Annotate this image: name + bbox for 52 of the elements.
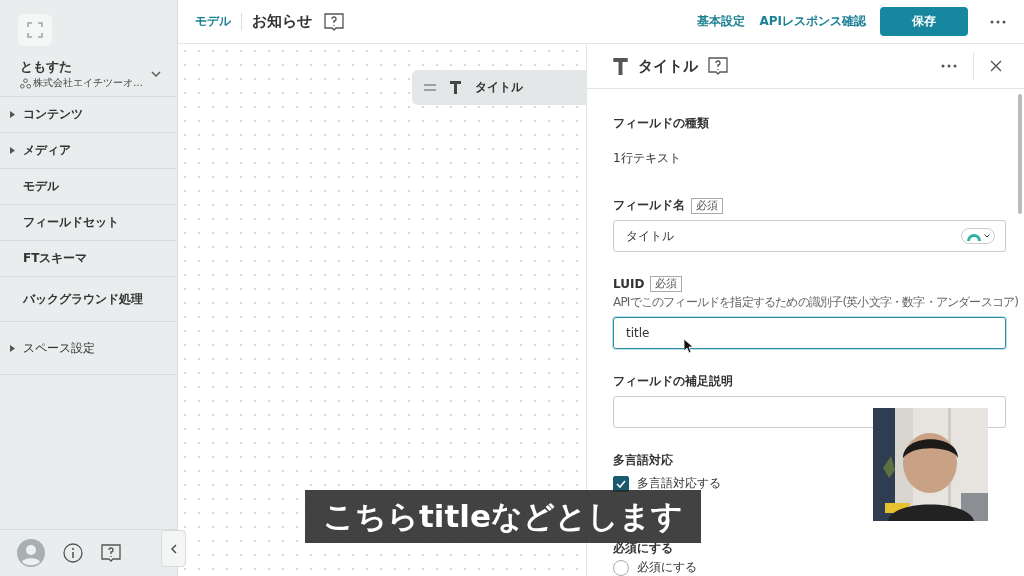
help-book-icon[interactable]	[101, 544, 121, 562]
help-book-icon[interactable]	[324, 12, 344, 31]
required-tag: 必須	[650, 276, 683, 292]
panel-title: タイトル	[638, 56, 698, 76]
sidebar-item[interactable]: スペース設定	[0, 322, 177, 375]
page-title: お知らせ	[252, 12, 312, 31]
mouse-cursor-icon	[684, 339, 694, 354]
section-label: フィールドの補足説明	[613, 373, 733, 390]
radio-option[interactable]: 必須にする	[613, 559, 1006, 576]
section-label: 多言語対応	[613, 452, 673, 469]
check-icon	[616, 479, 626, 488]
more-icon[interactable]	[941, 64, 957, 68]
sidebar-item[interactable]: メディア	[0, 133, 177, 169]
expand-triangle-icon[interactable]	[10, 147, 15, 154]
sidebar-item[interactable]: コンテンツ	[0, 97, 177, 133]
user-name: ともすた	[20, 58, 73, 76]
sidebar-item[interactable]: FTスキーマ	[0, 241, 177, 277]
section-label: フィールドの種類	[613, 115, 709, 132]
header-link[interactable]: 基本設定	[697, 13, 746, 30]
arch-icon	[966, 231, 982, 241]
chevron-down-icon[interactable]	[151, 71, 161, 77]
sidebar-item[interactable]: モデル	[0, 169, 177, 205]
chevron-left-icon	[170, 543, 177, 554]
section-label: LUID	[613, 277, 645, 291]
breadcrumb-link[interactable]: モデル	[195, 13, 231, 30]
sidebar-item[interactable]: フィールドセット	[0, 205, 177, 241]
more-icon[interactable]	[990, 19, 1006, 24]
organization-icon	[20, 77, 31, 89]
drag-handle-icon[interactable]	[424, 84, 436, 91]
hint-text: APIでこのフィールドを指定するための識別子(英小文字・数字・アンダースコア)	[613, 294, 1020, 311]
text-type-icon	[613, 57, 628, 75]
subtitle-caption: こちらtitleなどとします	[305, 490, 701, 543]
field-type-value: 1行テキスト	[613, 150, 682, 167]
organization-name: 株式会社エイチツーオ…	[20, 76, 151, 90]
logo-icon	[18, 14, 52, 46]
expand-triangle-icon[interactable]	[10, 344, 15, 352]
text-field[interactable]: タイトル	[613, 220, 1006, 252]
section-label: 必須にする	[613, 540, 673, 557]
text-field[interactable]: title	[613, 317, 1006, 349]
caret-icon	[984, 234, 990, 238]
header-link[interactable]: APIレスポンス確認	[759, 13, 866, 30]
text-type-icon	[450, 81, 461, 94]
save-button[interactable]: 保存	[880, 7, 968, 36]
required-tag: 必須	[691, 197, 723, 214]
sidebar-item[interactable]: バックグラウンド処理	[0, 277, 177, 322]
info-icon[interactable]	[63, 543, 83, 563]
expand-triangle-icon[interactable]	[10, 111, 15, 118]
help-book-icon[interactable]	[708, 57, 728, 75]
close-icon[interactable]	[990, 60, 1002, 72]
section-label: フィールド名	[613, 197, 685, 214]
field-label: タイトル	[475, 79, 523, 96]
field-card[interactable]: タイトル	[412, 70, 586, 105]
